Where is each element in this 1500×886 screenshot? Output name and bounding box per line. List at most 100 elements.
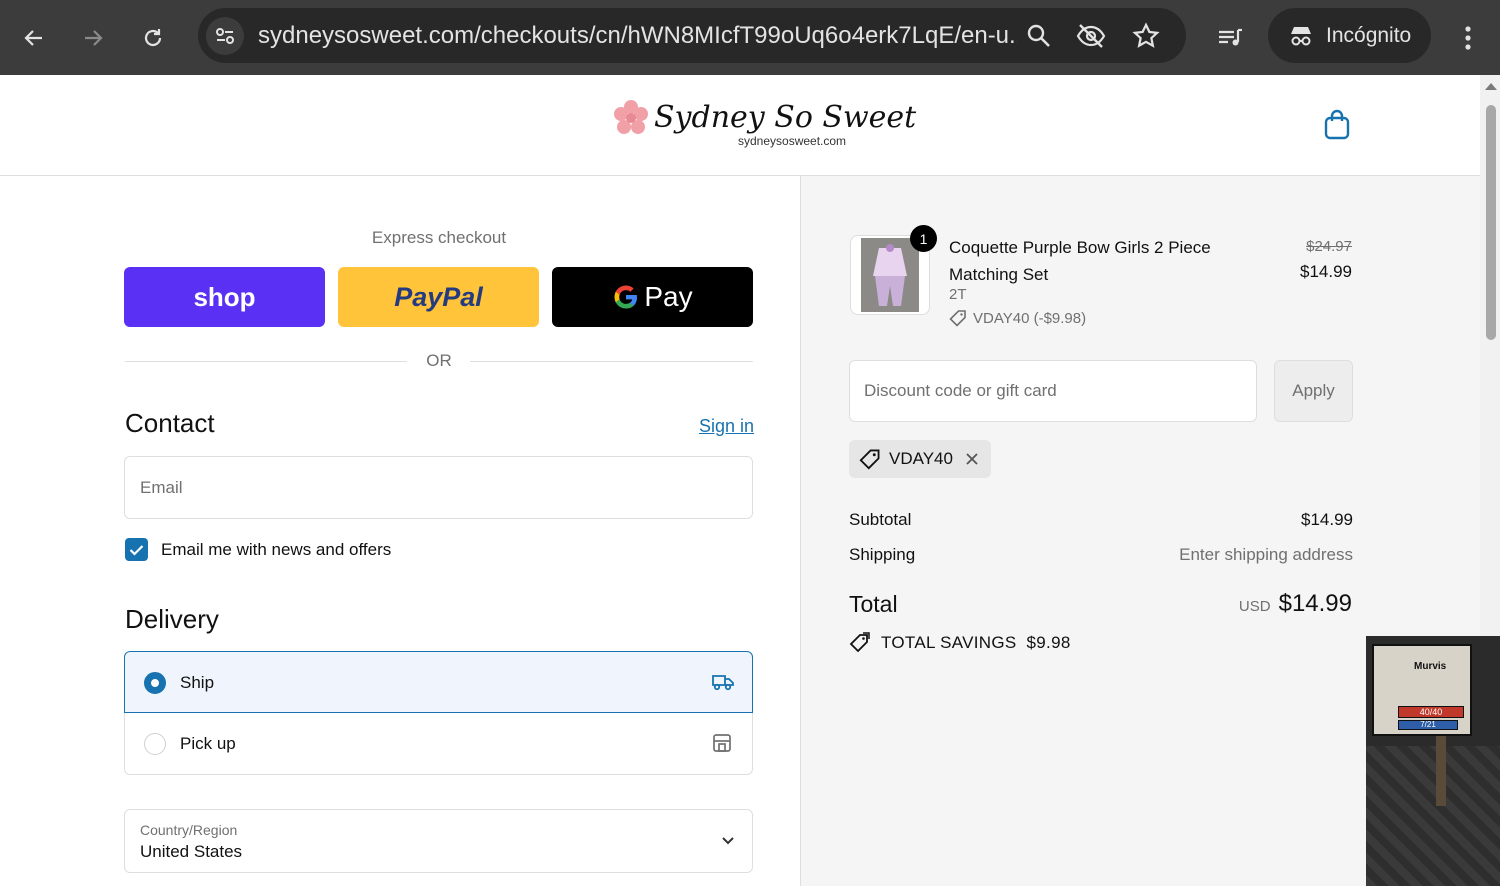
- google-pay-button[interactable]: Pay: [552, 267, 753, 327]
- arrow-right-icon: [85, 30, 103, 46]
- savings-tag-icon: [849, 632, 870, 653]
- delivery-option-ship[interactable]: Ship: [124, 651, 753, 713]
- star-icon: [1132, 22, 1160, 48]
- price-final: $14.99: [1300, 262, 1352, 281]
- site-info-button[interactable]: [206, 17, 244, 55]
- incognito-icon: [1291, 26, 1311, 45]
- price-original: $24.97: [1306, 238, 1352, 255]
- character-mp: 7/21: [1398, 720, 1458, 730]
- apply-discount-button[interactable]: Apply: [1274, 360, 1353, 422]
- cart-button[interactable]: [1322, 109, 1352, 146]
- magnifier-icon: [1027, 24, 1050, 47]
- ship-radio[interactable]: [144, 672, 166, 694]
- browser-toolbar: sydneysosweet.com/checkouts/cn/hWN8MIcfT…: [0, 0, 1500, 75]
- discount-code-input[interactable]: [850, 361, 1256, 421]
- divider-right: [470, 361, 753, 362]
- reload-icon: [144, 29, 162, 47]
- email-field[interactable]: [124, 456, 753, 519]
- country-value: United States: [140, 842, 243, 861]
- total-savings: TOTAL SAVINGS $9.98: [849, 632, 1071, 654]
- sign-in-link[interactable]: Sign in: [699, 416, 754, 437]
- game-overlay: Murvis 40/40 7/21: [1366, 636, 1500, 886]
- arrow-left-icon: [24, 30, 42, 46]
- character-panel: Murvis 40/40 7/21: [1372, 644, 1472, 736]
- paypal-button[interactable]: PayPal: [338, 267, 539, 327]
- logo-text: Sydney So Sweet: [654, 100, 917, 135]
- country-label: Country/Region: [140, 822, 238, 838]
- google-pay-label: Pay: [644, 281, 693, 312]
- country-select[interactable]: Country/Region United States: [124, 809, 753, 873]
- total-amount: $14.99: [1278, 590, 1352, 617]
- logo-subtext: sydneysosweet.com: [738, 134, 847, 148]
- delivery-title: Delivery: [125, 604, 219, 634]
- reload-button[interactable]: [133, 18, 173, 58]
- shop-pay-button[interactable]: shop: [124, 267, 325, 327]
- checkout-page: Sydney So Sweet sydneysosweet.com Expres…: [0, 75, 1480, 886]
- checkout-form: Express checkout shop PayPal Pay OR Cont…: [0, 176, 800, 886]
- savings-label: TOTAL SAVINGS: [881, 633, 1017, 652]
- divider-left: [125, 361, 407, 362]
- total-currency: USD: [1238, 598, 1271, 615]
- store-icon: [713, 734, 731, 752]
- applied-code: VDAY40: [889, 449, 953, 468]
- flower-icon: [614, 100, 648, 134]
- subtotal-label: Subtotal: [849, 510, 912, 529]
- chevron-down-icon: [722, 837, 734, 845]
- character-name: Murvis: [1414, 661, 1447, 672]
- scroll-up-arrow[interactable]: [1485, 83, 1497, 90]
- url-text[interactable]: sydneysosweet.com/checkouts/cn/hWN8MIcfT…: [258, 22, 1018, 50]
- savings-value: $9.98: [1026, 633, 1071, 652]
- quantity-badge: 1: [910, 225, 937, 252]
- tracking-protection-button[interactable]: [1076, 21, 1106, 51]
- applied-discount-chip: VDAY40: [849, 440, 991, 478]
- delivery-option-pickup[interactable]: Pick up: [124, 713, 753, 775]
- product-variant: 2T: [949, 286, 967, 303]
- store-logo[interactable]: Sydney So Sweet sydneysosweet.com: [612, 99, 917, 148]
- shipping-label: Shipping: [849, 545, 916, 564]
- browser-menu-button[interactable]: [1448, 18, 1488, 58]
- playlist-icon: [1219, 28, 1242, 46]
- pickup-label: Pick up: [180, 734, 236, 753]
- news-offers-checkbox[interactable]: [125, 538, 148, 561]
- store-header: Sydney So Sweet sydneysosweet.com: [0, 75, 1480, 176]
- shop-pay-label: shop: [193, 281, 256, 312]
- bookmark-button[interactable]: [1131, 21, 1161, 51]
- tag-icon: [949, 310, 966, 327]
- more-vertical-icon: [1465, 26, 1471, 50]
- google-g-icon: [614, 285, 638, 309]
- express-checkout-label: Express checkout: [371, 228, 507, 247]
- email-input[interactable]: [125, 457, 752, 518]
- check-icon: [129, 544, 144, 556]
- incognito-label: Incógnito: [1326, 23, 1412, 47]
- total-value: USD $14.99: [1239, 590, 1352, 618]
- back-button[interactable]: [14, 18, 54, 58]
- product-discount-text: VDAY40 (-$9.98): [973, 309, 1087, 327]
- tag-icon: [859, 449, 880, 470]
- scroll-thumb[interactable]: [1486, 105, 1496, 340]
- character-hp: 40/40: [1398, 706, 1464, 718]
- subtotal-row: Subtotal $14.99: [849, 510, 1353, 530]
- product-image: [861, 238, 919, 312]
- remove-discount-button[interactable]: [965, 452, 979, 466]
- product-discount: VDAY40 (-$9.98): [949, 309, 1086, 327]
- reading-list-button[interactable]: [1210, 18, 1250, 58]
- truck-icon: [712, 675, 734, 691]
- close-icon: [966, 453, 978, 465]
- ship-label: Ship: [180, 673, 215, 692]
- product-name: Coquette Purple Bow Girls 2 Piece Matchi…: [949, 238, 1211, 284]
- tune-icon: [216, 28, 234, 44]
- shopping-bag-icon: [1324, 109, 1350, 140]
- search-page-button[interactable]: [1024, 21, 1054, 51]
- eye-off-icon: [1076, 24, 1106, 48]
- pickup-radio[interactable]: [144, 733, 166, 755]
- news-offers-label[interactable]: Email me with news and offers: [161, 540, 391, 560]
- subtotal-value: $14.99: [1301, 510, 1353, 529]
- shipping-value: Enter shipping address: [1179, 545, 1353, 564]
- incognito-badge[interactable]: Incógnito: [1268, 8, 1431, 63]
- shipping-row: Shipping Enter shipping address: [849, 545, 1353, 565]
- discount-code-field[interactable]: [849, 360, 1257, 422]
- game-floor: [1366, 746, 1500, 886]
- forward-button[interactable]: [73, 18, 113, 58]
- or-divider-label: OR: [426, 351, 452, 370]
- address-bar[interactable]: sydneysosweet.com/checkouts/cn/hWN8MIcfT…: [198, 8, 1186, 63]
